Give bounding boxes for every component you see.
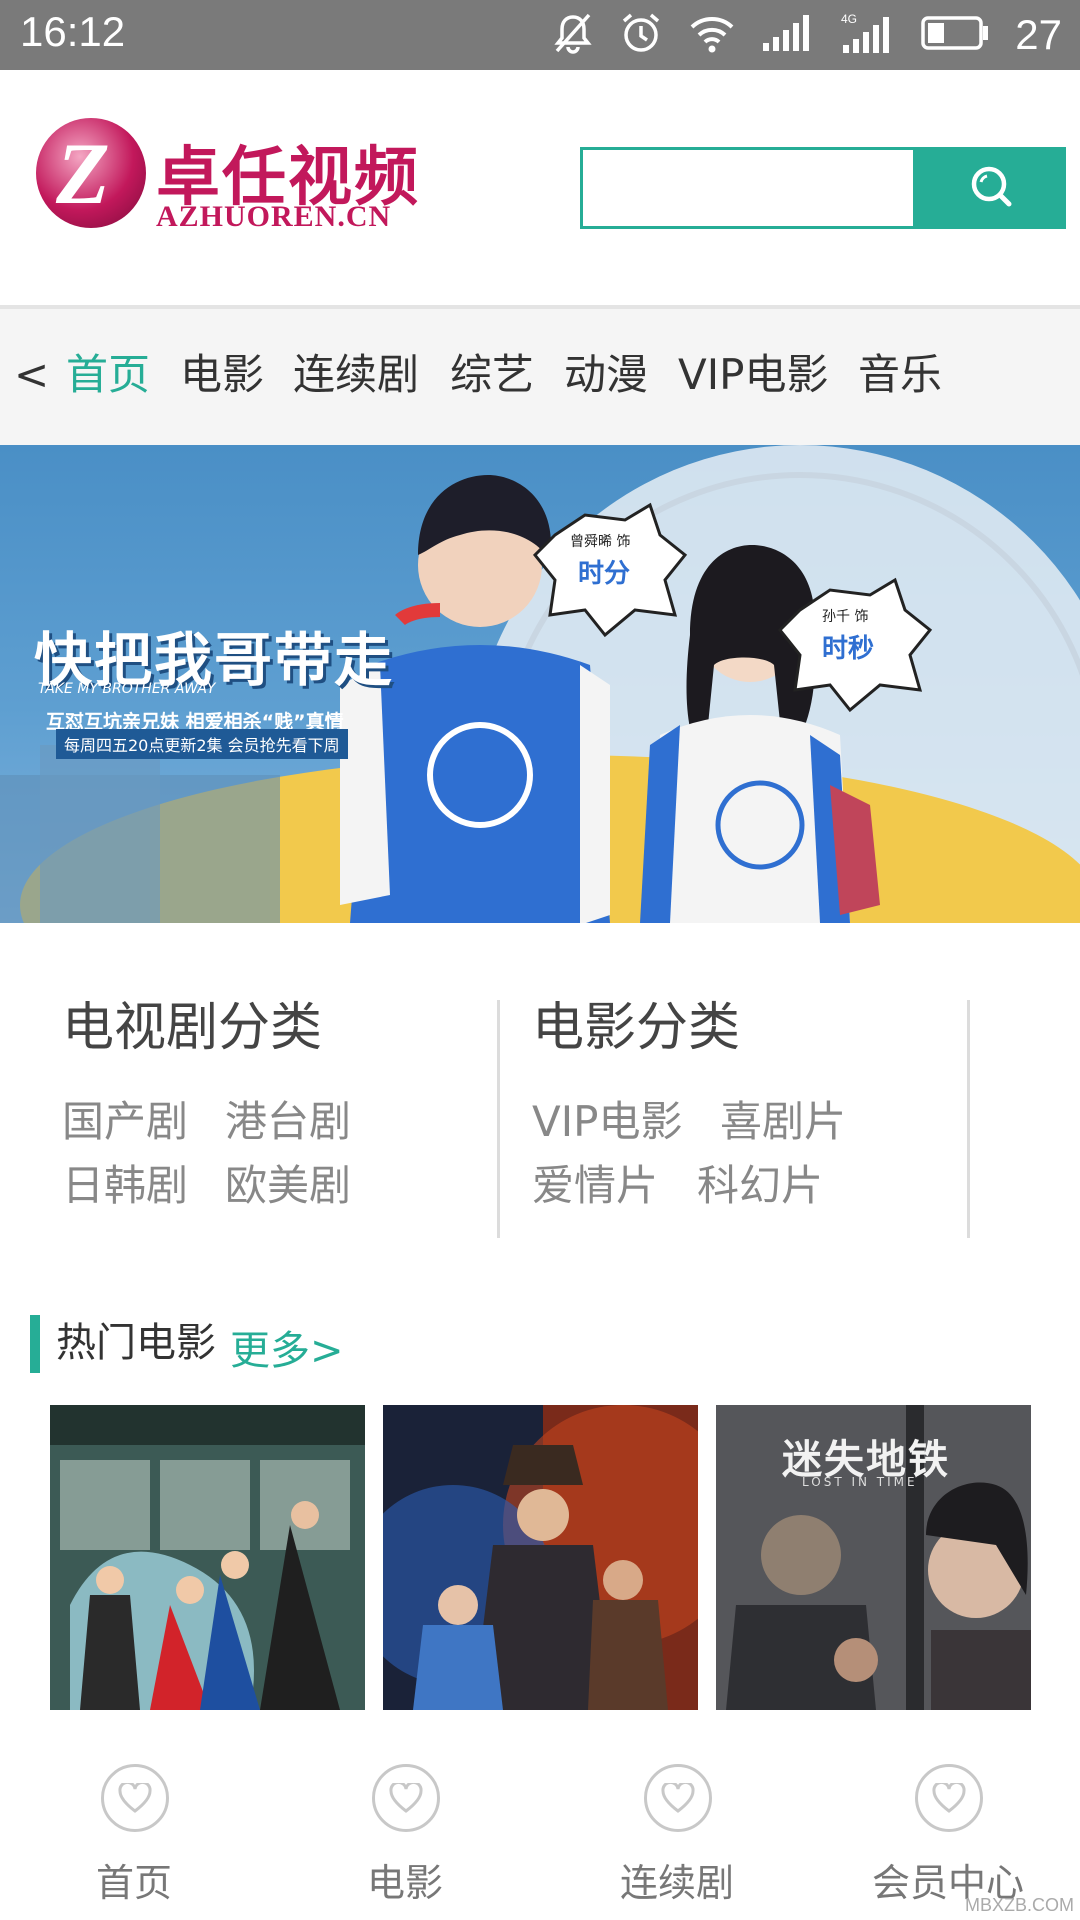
- tv-category-domestic[interactable]: 国产剧: [62, 1088, 188, 1149]
- hot-movies-title: 热门电影: [56, 1320, 216, 1366]
- watermark: MBXZB.COM: [964, 1895, 1074, 1915]
- mute-icon: [553, 11, 593, 59]
- category-divider: [497, 1000, 500, 1238]
- logo-domain: AZHUOREN.CN: [156, 200, 392, 233]
- tab-home[interactable]: 首页: [34, 1764, 234, 1914]
- tv-category-title: 电视剧分类: [62, 998, 323, 1058]
- signal-4g-icon: 4G: [839, 11, 895, 59]
- bottom-tab-bar: 首页 电影 连续剧 会员中心: [0, 1740, 1080, 1920]
- nav-item-home[interactable]: 首页: [66, 345, 150, 405]
- tv-category-western[interactable]: 欧美剧: [225, 1152, 351, 1213]
- nav-item-music[interactable]: 音乐: [858, 345, 942, 405]
- movie-category-title: 电影分类: [532, 998, 741, 1058]
- tab-series-label: 连续剧: [619, 1861, 734, 1905]
- nav-item-movie[interactable]: 电影: [180, 345, 264, 405]
- svg-text:4G: 4G: [841, 12, 857, 26]
- signal-icon: [761, 13, 813, 57]
- bubble2-actor: 孙千 饰: [822, 609, 869, 625]
- banner-schedule: 每周四五20点更新2集 会员抢先看下周: [56, 729, 348, 759]
- movie-poster-1[interactable]: [50, 1405, 365, 1710]
- movie-poster-3[interactable]: 迷失地铁 LOST IN TIME: [716, 1405, 1031, 1710]
- search-button[interactable]: [916, 147, 1066, 229]
- bubble1-actor: 曾舜晞 饰: [570, 534, 631, 550]
- logo-mark-icon: Z: [36, 118, 146, 228]
- status-bar: 16:12 4G 27: [0, 0, 1080, 70]
- tab-home-label: 首页: [95, 1861, 172, 1905]
- nav-item-vip-movie[interactable]: VIP电影: [678, 345, 828, 405]
- poster3-subtitle: LOST IN TIME: [802, 1475, 918, 1489]
- header: Z 卓任视频 AZHUOREN.CN: [0, 70, 1080, 305]
- movie-category-vip[interactable]: VIP电影: [532, 1088, 682, 1149]
- banner-subtitle-en: TAKE MY BROTHER AWAY: [38, 681, 216, 697]
- tab-member-center[interactable]: 会员中心: [848, 1764, 1048, 1914]
- tab-series[interactable]: 连续剧: [577, 1764, 777, 1914]
- movie-category-comedy[interactable]: 喜剧片: [720, 1088, 846, 1149]
- battery-level: 27: [1015, 11, 1062, 58]
- site-logo[interactable]: Z 卓任视频 AZHUOREN.CN: [36, 118, 436, 238]
- category-nav: < 首页 电影 连续剧 综艺 动漫 VIP电影 音乐: [0, 309, 1080, 445]
- category-divider-right: [967, 1000, 970, 1238]
- battery-icon: [921, 15, 989, 55]
- nav-item-series[interactable]: 连续剧: [293, 345, 419, 405]
- heart-icon: [372, 1764, 440, 1832]
- movie-category-scifi[interactable]: 科幻片: [697, 1152, 823, 1213]
- movie-category-romance[interactable]: 爱情片: [532, 1152, 658, 1213]
- search-input[interactable]: [580, 147, 916, 229]
- heart-icon: [644, 1764, 712, 1832]
- movie-poster-2[interactable]: [383, 1405, 698, 1710]
- tab-movie-label: 电影: [366, 1861, 443, 1905]
- nav-item-variety[interactable]: 综艺: [450, 345, 534, 405]
- section-accent-bar: [30, 1315, 40, 1373]
- wifi-icon: [689, 13, 735, 57]
- tv-category-hk-tw[interactable]: 港台剧: [225, 1088, 351, 1149]
- alarm-icon: [619, 11, 663, 59]
- tab-movie[interactable]: 电影: [305, 1764, 505, 1914]
- bubble1-role: 时分: [578, 559, 631, 589]
- heart-icon: [915, 1764, 983, 1832]
- tv-category-jp-kr[interactable]: 日韩剧: [62, 1152, 188, 1213]
- status-time: 16:12: [20, 8, 126, 55]
- hot-movies-more-link[interactable]: 更多>: [230, 1318, 344, 1376]
- search-icon: [967, 162, 1015, 214]
- hero-banner[interactable]: 快把我哥带走 TAKE MY BROTHER AWAY 互怼互坑亲兄妹 相爱相杀…: [0, 445, 1080, 923]
- heart-icon: [101, 1764, 169, 1832]
- search-bar: [580, 147, 1066, 229]
- bubble2-role: 时秒: [822, 634, 875, 664]
- nav-item-anime[interactable]: 动漫: [564, 345, 648, 405]
- nav-back-icon[interactable]: <: [14, 345, 49, 405]
